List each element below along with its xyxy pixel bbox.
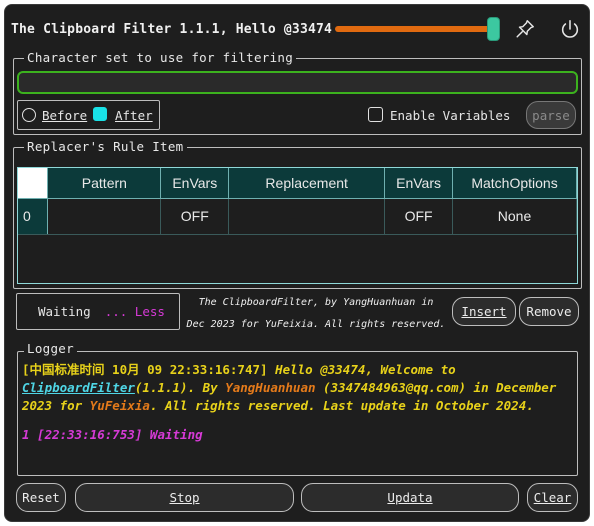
col-header-envars-1[interactable]: EnVars	[160, 168, 230, 199]
table-corner[interactable]	[18, 168, 49, 199]
remove-button[interactable]: Remove	[519, 297, 579, 326]
cell-match-options[interactable]: None	[452, 198, 577, 235]
clear-button[interactable]: Clear	[527, 483, 578, 512]
reset-button[interactable]: Reset	[16, 483, 66, 512]
pin-button[interactable]	[511, 15, 539, 43]
rules-group-label: Replacer's Rule Item	[24, 139, 187, 154]
app-window: The Clipboard Filter 1.1.1, Hello @33474…	[4, 4, 590, 522]
enable-variables-label[interactable]: Enable Variables	[390, 108, 510, 123]
log-recipient: YuFeixia	[89, 398, 150, 413]
log-entry: [中国标准时间 10月 09 22:33:16:747] Hello @3347…	[22, 362, 557, 413]
log-author: YangHuanhuan	[225, 380, 316, 395]
rules-table-container: Pattern EnVars Replacement EnVars MatchO…	[17, 167, 578, 284]
after-label[interactable]: After	[115, 108, 153, 123]
power-icon	[561, 19, 579, 38]
cell-envars-2[interactable]: OFF	[384, 198, 454, 235]
col-header-envars-2[interactable]: EnVars	[384, 168, 454, 199]
before-radio[interactable]	[22, 108, 36, 122]
less-toggle[interactable]: ... Less	[105, 304, 165, 319]
charset-group-label: Character set to use for filtering	[24, 50, 297, 65]
credit-line-1: The ClipboardFilter, by YangHuanhuan in	[198, 297, 434, 308]
credit-text: The ClipboardFilter, by YangHuanhuan in …	[183, 292, 449, 336]
parse-button[interactable]: parse	[526, 101, 576, 129]
opacity-slider-thumb[interactable]	[487, 17, 500, 41]
stop-button[interactable]: Stop	[75, 483, 294, 512]
cell-envars-1[interactable]: OFF	[160, 198, 230, 235]
status-text: Waiting	[38, 304, 91, 319]
before-label[interactable]: Before	[42, 108, 87, 123]
col-header-pattern[interactable]: Pattern	[47, 168, 162, 199]
updata-button[interactable]: Updata	[301, 483, 519, 512]
log-link[interactable]: ClipboardFilter	[22, 380, 135, 395]
cell-replacement[interactable]	[228, 198, 386, 235]
table-row[interactable]: 0 OFF OFF None	[18, 198, 577, 235]
logger-output[interactable]: [中国标准时间 10月 09 22:33:16:747] Hello @3347…	[22, 361, 557, 444]
col-header-match-options[interactable]: MatchOptions	[452, 168, 577, 199]
col-header-replacement[interactable]: Replacement	[228, 168, 386, 199]
rules-table: Pattern EnVars Replacement EnVars MatchO…	[18, 168, 577, 235]
charset-input[interactable]	[17, 71, 578, 94]
logger-label: Logger	[24, 341, 77, 356]
insert-button[interactable]: Insert	[452, 297, 516, 326]
after-radio[interactable]	[93, 107, 107, 121]
power-button[interactable]	[556, 15, 584, 43]
window-title: The Clipboard Filter 1.1.1, Hello @33474	[11, 22, 333, 37]
credit-line-2: Dec 2023 for YuFeixia. All rights reserv…	[186, 319, 446, 330]
opacity-slider-track[interactable]	[335, 26, 495, 32]
row-index[interactable]: 0	[18, 198, 49, 235]
log-timestamp: [中国标准时间 10月 09 22:33:16:747]	[22, 362, 268, 377]
pin-icon	[516, 20, 534, 38]
enable-variables-checkbox[interactable]	[368, 107, 383, 122]
log-entry: 1 [22:33:16:753] Waiting	[22, 427, 203, 442]
cell-pattern[interactable]	[47, 198, 162, 235]
status-box: Waiting ... Less	[16, 293, 180, 330]
